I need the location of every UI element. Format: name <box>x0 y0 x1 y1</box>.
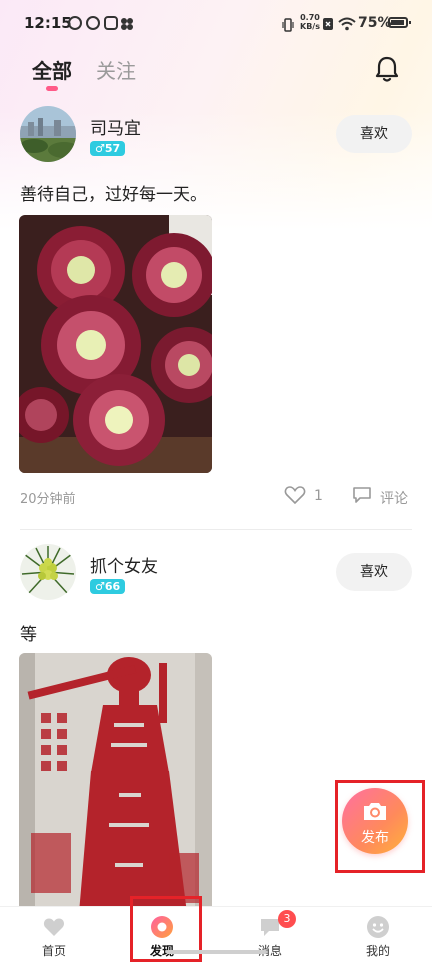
post-time: 20分钟前 <box>20 492 76 507</box>
camera-icon <box>362 800 388 822</box>
post-username[interactable]: 抓个女友 <box>90 552 158 577</box>
avatar[interactable] <box>20 106 76 162</box>
heart-icon[interactable] <box>284 485 306 505</box>
feed-tabs: 全部 关注 <box>32 55 136 91</box>
post-card: 司马宜 ♂57 喜欢 善待自己，过好每一天。 20分钟前 1 评论 <box>0 100 432 530</box>
feed: 司马宜 ♂57 喜欢 善待自己，过好每一天。 20分钟前 1 评论 抓个女友 ♂… <box>0 100 432 913</box>
nav-discover[interactable]: 发现 <box>108 907 216 965</box>
vibrate-icon <box>282 17 294 36</box>
publish-label: 发布 <box>361 830 389 846</box>
comment-icon[interactable] <box>352 486 372 504</box>
avatar[interactable] <box>20 544 76 600</box>
comment-label[interactable]: 评论 <box>380 488 408 508</box>
battery-percent: 75% <box>358 15 392 31</box>
message-badge: 3 <box>278 910 296 928</box>
no-sim-icon <box>322 16 334 35</box>
post-divider <box>20 529 412 530</box>
bottom-nav: 首页 发现 3 消息 我的 <box>0 906 432 965</box>
post-image[interactable] <box>19 215 212 473</box>
status-time: 12:15 <box>24 14 72 32</box>
post-image[interactable] <box>19 653 212 913</box>
like-user-button[interactable]: 喜欢 <box>336 553 412 591</box>
smile-icon <box>366 915 390 939</box>
like-user-button[interactable]: 喜欢 <box>336 115 412 153</box>
post-card: 抓个女友 ♂66 喜欢 等 <box>0 540 432 920</box>
battery-icon <box>388 17 411 28</box>
app-notification-icon <box>68 16 82 30</box>
nav-messages[interactable]: 3 消息 <box>216 907 324 965</box>
user-level-badge: ♂57 <box>90 141 126 156</box>
like-count: 1 <box>314 488 323 504</box>
more-notifications-icon <box>104 16 118 30</box>
tab-following[interactable]: 关注 <box>96 55 136 84</box>
tab-all[interactable]: 全部 <box>32 55 72 91</box>
user-level-badge: ♂66 <box>90 579 126 594</box>
post-text: 等 <box>20 625 37 645</box>
bell-icon[interactable] <box>374 55 400 83</box>
nav-home[interactable]: 首页 <box>0 907 108 965</box>
status-bar: 12:15 0.70 KB/s 75% <box>0 0 432 50</box>
wifi-icon <box>338 16 356 35</box>
nav-label: 首页 <box>41 944 66 958</box>
app-notification-icon <box>86 16 100 30</box>
heart-icon <box>42 915 66 939</box>
home-indicator <box>166 950 266 954</box>
network-speed: 0.70 KB/s <box>300 13 320 31</box>
publish-button[interactable]: 发布 <box>342 788 408 854</box>
post-text: 善待自己，过好每一天。 <box>20 185 207 205</box>
fan-icon <box>120 16 134 30</box>
discover-icon <box>150 915 174 939</box>
post-username[interactable]: 司马宜 <box>90 114 141 139</box>
nav-profile[interactable]: 我的 <box>324 907 432 965</box>
nav-label: 我的 <box>365 944 390 958</box>
